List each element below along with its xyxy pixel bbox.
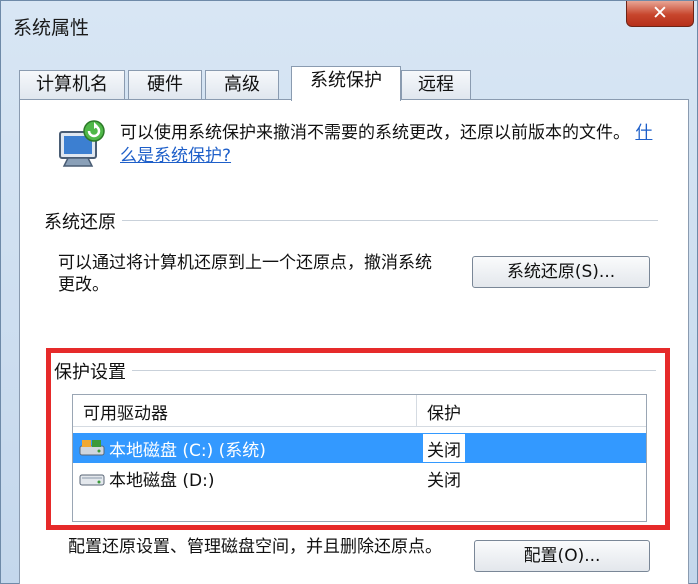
- hard-drive-icon: [79, 474, 105, 486]
- system-protection-icon: [59, 120, 105, 167]
- drive-name: 本地磁盘 (C:) (系统): [109, 441, 266, 461]
- protection-settings-group-label: 保护设置: [54, 358, 132, 384]
- drive-name: 本地磁盘 (D:): [109, 471, 215, 491]
- drive-list-header: 可用驱动器 保护: [73, 395, 646, 427]
- window-title: 系统属性: [13, 17, 90, 39]
- system-properties-window: 系统属性 ✕ 计算机名 硬件 高级 系统保护 远程 可以使用系统保护来撤消不需要…: [0, 0, 698, 584]
- intro-description: 可以使用系统保护来撤消不需要的系统更改，还原以前版本的文件。: [120, 123, 630, 143]
- protection-group-divider: [56, 370, 656, 371]
- system-protection-panel: 可以使用系统保护来撤消不需要的系统更改，还原以前版本的文件。 什么是系统保护? …: [19, 99, 689, 584]
- tab-strip: 计算机名 硬件 高级 系统保护 远程: [19, 66, 689, 101]
- tab-hardware[interactable]: 硬件: [128, 70, 202, 100]
- system-restore-button[interactable]: 系统还原(S)...: [472, 256, 650, 288]
- column-separator[interactable]: [416, 395, 417, 427]
- configure-description: 配置还原设置、管理磁盘空间，并且删除还原点。: [68, 537, 442, 557]
- tab-system-protection[interactable]: 系统保护: [291, 66, 401, 101]
- drive-row-c[interactable]: 本地磁盘 (C:) (系统) 关闭: [73, 433, 646, 463]
- column-available-drives[interactable]: 可用驱动器: [83, 399, 168, 424]
- system-restore-group-label: 系统还原: [44, 208, 122, 234]
- drive-protection-status: 关闭: [423, 434, 465, 462]
- intro-text: 可以使用系统保护来撤消不需要的系统更改，还原以前版本的文件。 什么是系统保护?: [120, 122, 660, 168]
- drive-protection-status: 关闭: [427, 471, 461, 491]
- tab-advanced[interactable]: 高级: [205, 70, 279, 100]
- tab-remote[interactable]: 远程: [401, 70, 471, 100]
- column-protection[interactable]: 保护: [427, 399, 461, 424]
- tab-computer-name[interactable]: 计算机名: [19, 70, 125, 100]
- drive-row-d[interactable]: 本地磁盘 (D:) 关闭: [73, 463, 646, 493]
- restore-group-divider: [46, 220, 658, 221]
- system-drive-icon: [79, 440, 105, 456]
- drive-list[interactable]: 可用驱动器 保护 本地磁盘 (C:) (系统) 关闭 本地磁盘 (D:) 关闭: [72, 394, 647, 522]
- title-bar[interactable]: 系统属性 ✕: [1, 1, 698, 45]
- system-restore-description: 可以通过将计算机还原到上一个还原点，撤消系统更改。: [58, 253, 432, 295]
- close-button[interactable]: ✕: [626, 1, 694, 27]
- configure-button[interactable]: 配置(O)...: [474, 540, 650, 572]
